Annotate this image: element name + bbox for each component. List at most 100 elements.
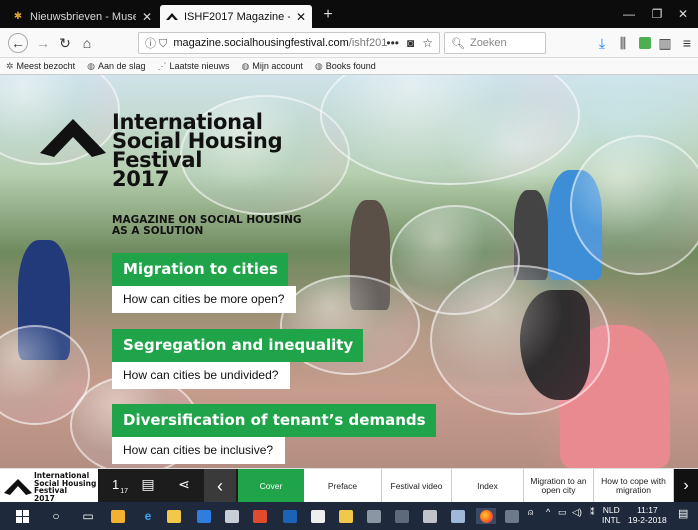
close-window-icon[interactable]: ✕ (666, 4, 698, 24)
windows-start-icon[interactable] (14, 508, 30, 524)
bookmark-laatste-nieuws[interactable]: ⋰ Laatste nieuws (157, 61, 229, 72)
app-icon[interactable] (252, 508, 268, 524)
nav-cover[interactable]: Cover (238, 469, 304, 503)
browser-tab-bar: ✱ Nieuwsbrieven - Museum Het ✕ ISHF2017 … (0, 0, 698, 28)
topic-question[interactable]: How can cities be undivided? (112, 362, 291, 389)
bookmark-label: Laatste nieuws (169, 61, 230, 71)
download-icon[interactable]: ⤓ (593, 34, 611, 52)
nav-preface[interactable]: Preface (304, 469, 382, 503)
page-total: 17 (120, 488, 129, 495)
app-icon[interactable] (422, 508, 438, 524)
topic-question[interactable]: How can cities be more open? (112, 286, 297, 313)
magazine-cover: International Social Housing Festival 20… (0, 75, 698, 468)
topic-question[interactable]: How can cities be inclusive? (112, 437, 286, 464)
notifications-icon[interactable]: ▤ (678, 507, 688, 520)
share-icon[interactable]: ⋖ (174, 476, 194, 493)
tab-nieuwsbrieven[interactable]: ✱ Nieuwsbrieven - Museum Het ✕ (6, 5, 158, 28)
bookmark-mijn-account[interactable]: ◍ Mijn account (242, 61, 303, 72)
bookmark-label: Mijn account (252, 61, 303, 71)
bookmark-label: Books found (325, 61, 376, 71)
clock-time: 11:17 (637, 505, 658, 515)
soap-bubble (430, 265, 610, 415)
festival-logo-mark (4, 479, 32, 495)
bookmark-star-icon[interactable]: ☆ (422, 36, 433, 50)
nav-festival-video[interactable]: Festival video (382, 469, 452, 503)
url-host: magazine.socialhousingfestival.com (173, 37, 349, 49)
magazine-home-logo[interactable]: International Social Housing Festival 20… (4, 471, 98, 502)
tray-app-icon[interactable]: ⁑ (590, 507, 595, 518)
bookmark-meest-bezocht[interactable]: ✲ Meest bezocht (6, 61, 75, 72)
magazine-tagline: MAGAZINE ON SOCIAL HOUSING AS A SOLUTION (112, 215, 302, 237)
logo-line: 2017 (112, 167, 170, 191)
search-input[interactable]: 🔍︎ Zoeken (444, 32, 546, 54)
topic-title[interactable]: Diversification of tenant’s demands (112, 404, 436, 437)
nav-cope-with-migration[interactable]: How to cope with migration (594, 469, 674, 503)
page-indicator: 117 (112, 477, 128, 495)
task-view-icon[interactable]: ▭ (80, 508, 96, 524)
page-controls: 117 ▤ ⋖ ‹ (98, 469, 250, 503)
tab-title: Nieuwsbrieven - Museum Het (30, 10, 136, 23)
page-actions-icon[interactable]: ••• (386, 36, 399, 50)
globe-icon: ◍ (241, 60, 250, 71)
topic-title[interactable]: Migration to cities (112, 253, 288, 286)
windows-taskbar: ○ ▭ e ⍝ ^ ▭ ◁) ⁑ NLD INTL 11:17 19-2-201… (0, 502, 698, 530)
app-icon[interactable] (450, 508, 466, 524)
festival-logo-mark (40, 119, 106, 157)
topic-migration[interactable]: Migration to cities How can cities be mo… (112, 253, 297, 313)
tab-ishf-magazine[interactable]: ISHF2017 Magazine - Cover ✕ (160, 5, 312, 28)
app-icon[interactable] (224, 508, 240, 524)
volume-icon[interactable]: ◁) (572, 507, 582, 518)
gear-icon: ✲ (6, 60, 14, 71)
close-tab-icon[interactable]: ✕ (296, 10, 306, 24)
app-icon[interactable] (394, 508, 410, 524)
language-indicator[interactable]: NLD INTL (602, 505, 620, 525)
home-icon[interactable]: ⌂ (78, 34, 96, 52)
network-icon[interactable]: ▭ (558, 507, 567, 518)
rss-icon: ⋰ (157, 60, 167, 71)
bookmark-books-found[interactable]: ◍ Books found (315, 61, 376, 72)
extension-icon[interactable] (636, 34, 654, 52)
store-icon[interactable] (110, 508, 126, 524)
topic-diversification[interactable]: Diversification of tenant’s demands How … (112, 404, 436, 464)
topic-title[interactable]: Segregation and inequality (112, 329, 364, 362)
app-icon[interactable] (310, 508, 326, 524)
globe-icon: ◍ (314, 60, 323, 71)
nav-migration-open-city[interactable]: Migration to an open city (524, 469, 594, 503)
site-info-icon[interactable]: ⓘ ⛉ (145, 35, 167, 51)
file-explorer-icon[interactable] (166, 508, 182, 524)
search-icon[interactable]: ○ (48, 508, 64, 524)
bookmark-aan-de-slag[interactable]: ◍ Aan de slag (87, 61, 145, 72)
app-icon[interactable] (282, 508, 298, 524)
reload-icon[interactable]: ↻ (56, 34, 74, 52)
sidebar-icon[interactable]: ▥ (656, 34, 674, 52)
clock[interactable]: 11:17 19-2-2018 (628, 505, 667, 525)
app-icon[interactable] (338, 508, 354, 524)
tray-up-arrow-icon[interactable]: ^ (546, 507, 550, 517)
app-icon[interactable] (196, 508, 212, 524)
pocket-icon[interactable]: ◙ (407, 36, 414, 50)
library-icon[interactable]: ⫼ (614, 34, 632, 52)
people-icon[interactable]: ⍝ (528, 507, 533, 518)
edge-icon[interactable]: e (140, 508, 156, 524)
new-tab-icon[interactable]: + (318, 5, 338, 25)
menu-icon[interactable]: ≡ (678, 34, 696, 52)
tab-title: ISHF2017 Magazine - Cover (184, 10, 290, 23)
close-tab-icon[interactable]: ✕ (142, 10, 152, 24)
bookmarks-toolbar: ✲ Meest bezocht ◍ Aan de slag ⋰ Laatste nie… (0, 58, 698, 75)
pages-icon[interactable]: ▤ (138, 476, 158, 493)
next-page-icon[interactable]: › (674, 469, 698, 503)
firefox-icon[interactable] (476, 508, 496, 524)
search-placeholder: Zoeken (469, 37, 507, 49)
nav-index[interactable]: Index (452, 469, 524, 503)
back-icon[interactable]: ← (8, 33, 28, 53)
museum-favicon-icon: ✱ (13, 11, 23, 22)
url-bar[interactable]: ⓘ ⛉ magazine.socialhousingfestival.com/i… (138, 32, 440, 54)
previous-page-icon[interactable]: ‹ (204, 469, 236, 503)
logo-text: International Social Housing Festival 20… (34, 472, 96, 502)
app-icon[interactable] (504, 508, 520, 524)
app-icon[interactable] (366, 508, 382, 524)
topic-segregation[interactable]: Segregation and inequality How can citie… (112, 329, 364, 389)
page-number: 1 (112, 477, 120, 492)
forward-icon[interactable]: → (34, 34, 52, 52)
search-icon: 🔍︎ (451, 37, 465, 50)
